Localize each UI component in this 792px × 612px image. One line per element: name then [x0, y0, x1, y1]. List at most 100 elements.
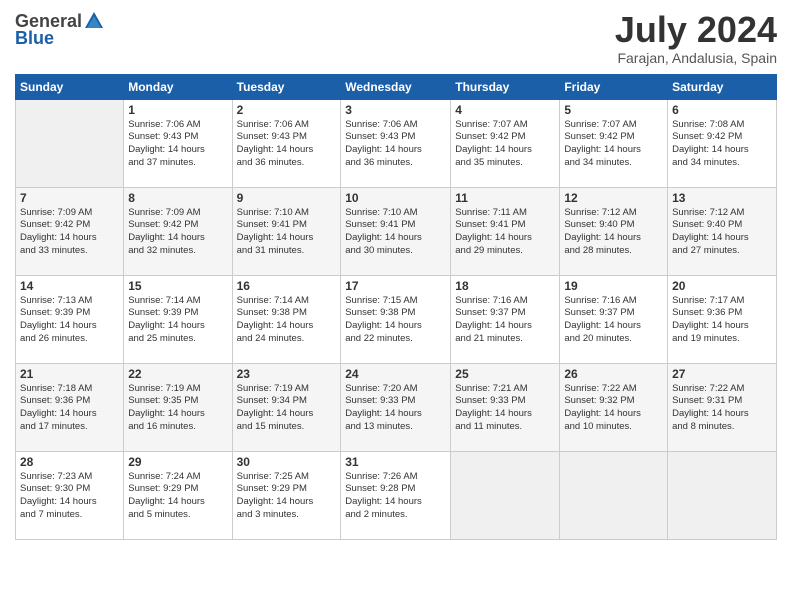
day-info: Sunrise: 7:22 AM Sunset: 9:31 PM Dayligh… [672, 383, 772, 434]
day-info: Sunrise: 7:06 AM Sunset: 9:43 PM Dayligh… [345, 119, 446, 170]
day-info: Sunrise: 7:09 AM Sunset: 9:42 PM Dayligh… [128, 207, 227, 258]
day-cell: 28 Sunrise: 7:23 AM Sunset: 9:30 PM Dayli… [16, 451, 124, 539]
day-cell: 8Sunrise: 7:09 AM Sunset: 9:42 PM Daylig… [124, 187, 232, 275]
day-number: 29 [128, 455, 227, 469]
day-number: 25 [455, 367, 555, 381]
day-cell: 1 Sunrise: 7:06 AM Sunset: 9:43 PM Daylig… [124, 99, 232, 187]
day-number: 30 [237, 455, 337, 469]
day-info: Sunrise: 7:10 AM Sunset: 9:41 PM Dayligh… [237, 207, 337, 258]
day-cell: 30Sunrise: 7:25 AM Sunset: 9:29 PM Dayli… [232, 451, 341, 539]
day-number: 4 [455, 103, 555, 117]
day-number: 27 [672, 367, 772, 381]
day-number: 10 [345, 191, 446, 205]
title-block: July 2024 Farajan, Andalusia, Spain [615, 10, 777, 66]
day-number: 18 [455, 279, 555, 293]
day-cell: 12 Sunrise: 7:12 AM Sunset: 9:40 PM Dayli… [560, 187, 668, 275]
day-info: Sunrise: 7:14 AM Sunset: 9:39 PM Dayligh… [128, 295, 227, 346]
day-cell: 13Sunrise: 7:12 AM Sunset: 9:40 PM Dayli… [668, 187, 777, 275]
day-cell: 27 Sunrise: 7:22 AM Sunset: 9:31 PM Dayli… [668, 363, 777, 451]
header: General Blue July 2024 Farajan, Andalusi… [15, 10, 777, 66]
day-number: 7 [20, 191, 119, 205]
day-info: Sunrise: 7:26 AM Sunset: 9:28 PM Dayligh… [345, 471, 446, 522]
day-number: 6 [672, 103, 772, 117]
main-title: July 2024 [615, 10, 777, 50]
day-cell: 20Sunrise: 7:17 AM Sunset: 9:36 PM Dayli… [668, 275, 777, 363]
day-cell: 22Sunrise: 7:19 AM Sunset: 9:35 PM Dayli… [124, 363, 232, 451]
week-row-1: 1 Sunrise: 7:06 AM Sunset: 9:43 PM Daylig… [16, 99, 777, 187]
day-cell: 16 Sunrise: 7:14 AM Sunset: 9:38 PM Dayli… [232, 275, 341, 363]
day-info: Sunrise: 7:06 AM Sunset: 9:43 PM Dayligh… [237, 119, 337, 170]
day-number: 13 [672, 191, 772, 205]
day-cell: 5Sunrise: 7:07 AM Sunset: 9:42 PM Daylig… [560, 99, 668, 187]
day-number: 16 [237, 279, 337, 293]
calendar-table: SundayMondayTuesdayWednesdayThursdayFrid… [15, 74, 777, 540]
day-cell: 21 Sunrise: 7:18 AM Sunset: 9:36 PM Dayli… [16, 363, 124, 451]
day-info: Sunrise: 7:06 AM Sunset: 9:43 PM Dayligh… [128, 119, 227, 170]
header-cell-monday: Monday [124, 74, 232, 99]
day-info: Sunrise: 7:09 AM Sunset: 9:42 PM Dayligh… [20, 207, 119, 258]
day-cell: 3Sunrise: 7:06 AM Sunset: 9:43 PM Daylig… [341, 99, 451, 187]
header-cell-sunday: Sunday [16, 74, 124, 99]
day-info: Sunrise: 7:24 AM Sunset: 9:29 PM Dayligh… [128, 471, 227, 522]
day-info: Sunrise: 7:17 AM Sunset: 9:36 PM Dayligh… [672, 295, 772, 346]
day-cell: 23Sunrise: 7:19 AM Sunset: 9:34 PM Dayli… [232, 363, 341, 451]
week-row-4: 21 Sunrise: 7:18 AM Sunset: 9:36 PM Dayli… [16, 363, 777, 451]
day-info: Sunrise: 7:21 AM Sunset: 9:33 PM Dayligh… [455, 383, 555, 434]
day-cell: 24 Sunrise: 7:20 AM Sunset: 9:33 PM Dayli… [341, 363, 451, 451]
header-row: SundayMondayTuesdayWednesdayThursdayFrid… [16, 74, 777, 99]
day-info: Sunrise: 7:22 AM Sunset: 9:32 PM Dayligh… [564, 383, 663, 434]
day-cell: 17Sunrise: 7:15 AM Sunset: 9:38 PM Dayli… [341, 275, 451, 363]
day-number: 2 [237, 103, 337, 117]
day-number: 24 [345, 367, 446, 381]
day-cell: 7 Sunrise: 7:09 AM Sunset: 9:42 PM Daylig… [16, 187, 124, 275]
day-info: Sunrise: 7:13 AM Sunset: 9:39 PM Dayligh… [20, 295, 119, 346]
header-cell-tuesday: Tuesday [232, 74, 341, 99]
day-cell: 18 Sunrise: 7:16 AM Sunset: 9:37 PM Dayli… [451, 275, 560, 363]
day-cell: 31Sunrise: 7:26 AM Sunset: 9:28 PM Dayli… [341, 451, 451, 539]
day-info: Sunrise: 7:11 AM Sunset: 9:41 PM Dayligh… [455, 207, 555, 258]
day-number: 28 [20, 455, 119, 469]
day-number: 14 [20, 279, 119, 293]
day-info: Sunrise: 7:18 AM Sunset: 9:36 PM Dayligh… [20, 383, 119, 434]
day-info: Sunrise: 7:15 AM Sunset: 9:38 PM Dayligh… [345, 295, 446, 346]
subtitle: Farajan, Andalusia, Spain [615, 50, 777, 66]
day-cell: 11 Sunrise: 7:11 AM Sunset: 9:41 PM Dayli… [451, 187, 560, 275]
day-info: Sunrise: 7:10 AM Sunset: 9:41 PM Dayligh… [345, 207, 446, 258]
day-number: 21 [20, 367, 119, 381]
day-cell: 4 Sunrise: 7:07 AM Sunset: 9:42 PM Daylig… [451, 99, 560, 187]
day-cell: 29 Sunrise: 7:24 AM Sunset: 9:29 PM Dayli… [124, 451, 232, 539]
day-cell [451, 451, 560, 539]
day-cell: 6 Sunrise: 7:08 AM Sunset: 9:42 PM Daylig… [668, 99, 777, 187]
day-info: Sunrise: 7:14 AM Sunset: 9:38 PM Dayligh… [237, 295, 337, 346]
day-cell: 19Sunrise: 7:16 AM Sunset: 9:37 PM Dayli… [560, 275, 668, 363]
week-row-3: 14 Sunrise: 7:13 AM Sunset: 9:39 PM Dayli… [16, 275, 777, 363]
day-info: Sunrise: 7:19 AM Sunset: 9:34 PM Dayligh… [237, 383, 337, 434]
page: General Blue July 2024 Farajan, Andalusi… [0, 0, 792, 612]
day-info: Sunrise: 7:07 AM Sunset: 9:42 PM Dayligh… [455, 119, 555, 170]
day-number: 1 [128, 103, 227, 117]
day-number: 11 [455, 191, 555, 205]
day-info: Sunrise: 7:12 AM Sunset: 9:40 PM Dayligh… [564, 207, 663, 258]
day-cell: 26Sunrise: 7:22 AM Sunset: 9:32 PM Dayli… [560, 363, 668, 451]
day-info: Sunrise: 7:20 AM Sunset: 9:33 PM Dayligh… [345, 383, 446, 434]
logo: General Blue [15, 10, 105, 49]
week-row-2: 7 Sunrise: 7:09 AM Sunset: 9:42 PM Daylig… [16, 187, 777, 275]
calendar-header: SundayMondayTuesdayWednesdayThursdayFrid… [16, 74, 777, 99]
day-cell: 2 Sunrise: 7:06 AM Sunset: 9:43 PM Daylig… [232, 99, 341, 187]
day-cell: 25 Sunrise: 7:21 AM Sunset: 9:33 PM Dayli… [451, 363, 560, 451]
day-cell: 14 Sunrise: 7:13 AM Sunset: 9:39 PM Dayli… [16, 275, 124, 363]
header-cell-wednesday: Wednesday [341, 74, 451, 99]
day-cell: 9 Sunrise: 7:10 AM Sunset: 9:41 PM Daylig… [232, 187, 341, 275]
day-cell [668, 451, 777, 539]
day-number: 9 [237, 191, 337, 205]
header-cell-thursday: Thursday [451, 74, 560, 99]
day-info: Sunrise: 7:16 AM Sunset: 9:37 PM Dayligh… [455, 295, 555, 346]
logo-icon [83, 10, 105, 32]
day-info: Sunrise: 7:23 AM Sunset: 9:30 PM Dayligh… [20, 471, 119, 522]
day-info: Sunrise: 7:19 AM Sunset: 9:35 PM Dayligh… [128, 383, 227, 434]
day-number: 19 [564, 279, 663, 293]
day-info: Sunrise: 7:08 AM Sunset: 9:42 PM Dayligh… [672, 119, 772, 170]
header-cell-saturday: Saturday [668, 74, 777, 99]
day-number: 12 [564, 191, 663, 205]
week-row-5: 28 Sunrise: 7:23 AM Sunset: 9:30 PM Dayli… [16, 451, 777, 539]
